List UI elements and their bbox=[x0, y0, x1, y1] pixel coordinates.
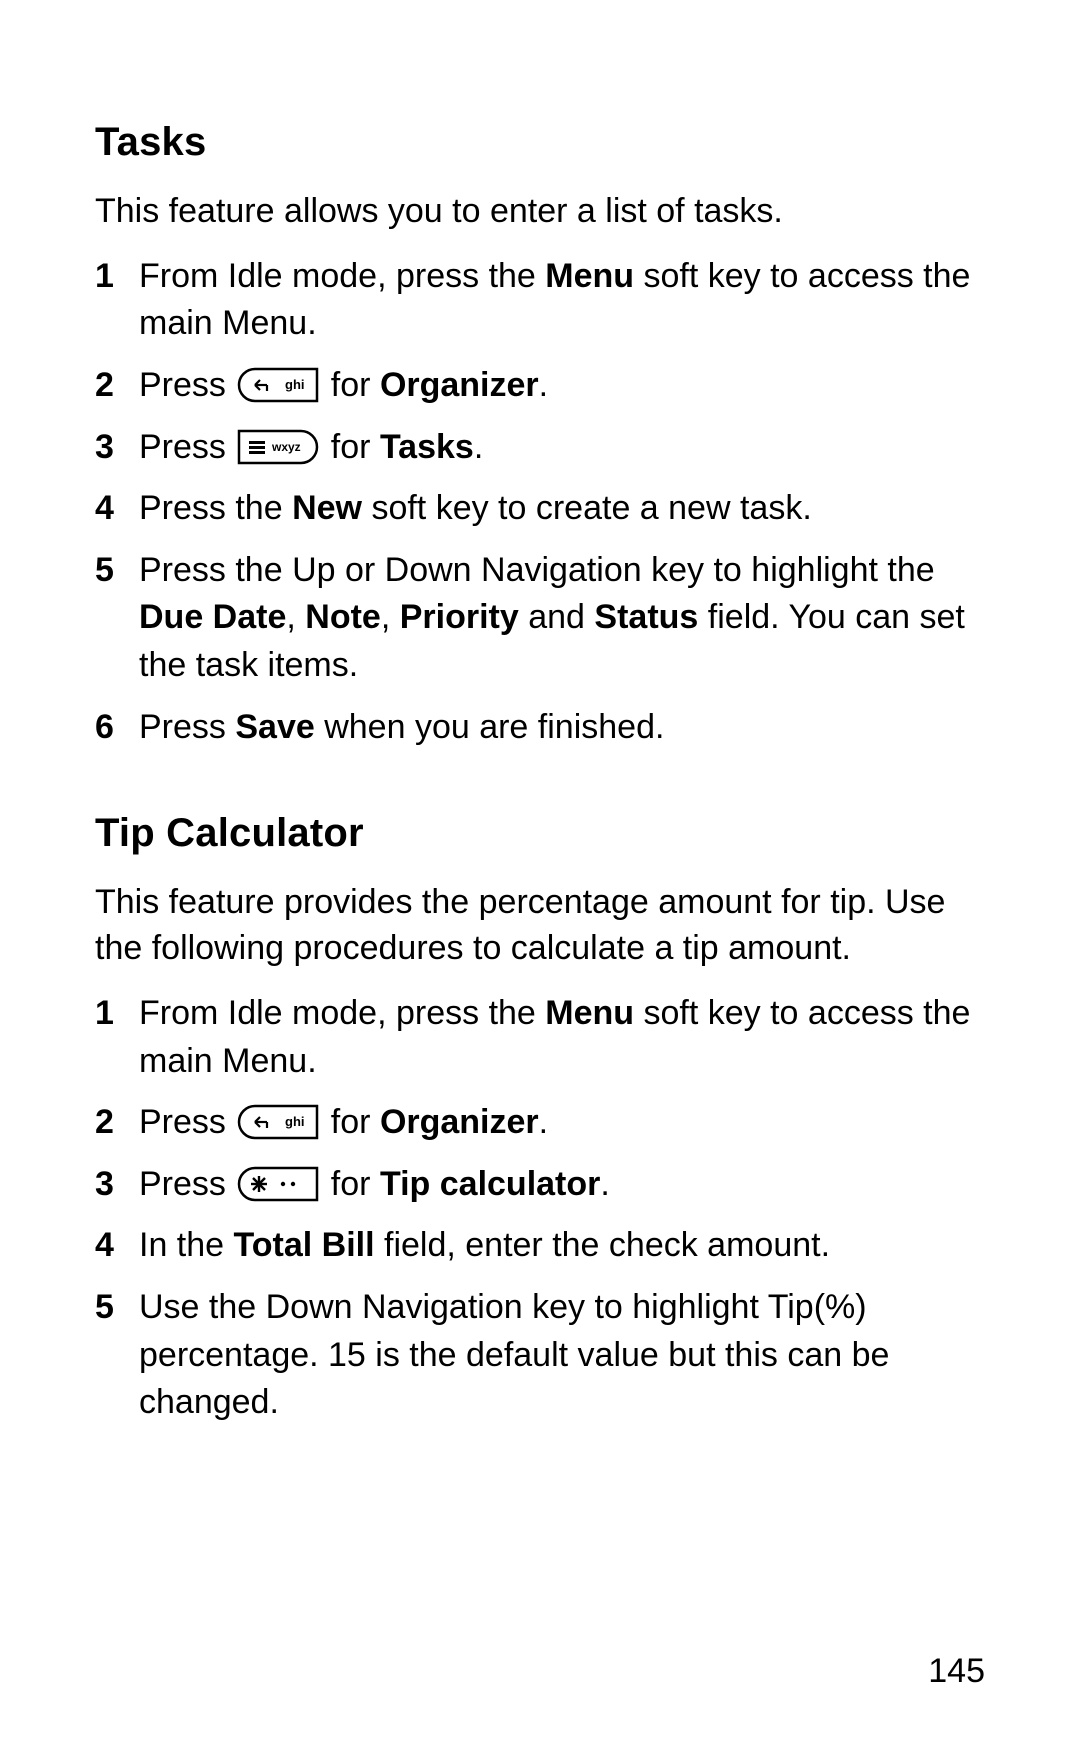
key-4ghi-icon: ghi bbox=[237, 1104, 319, 1140]
step-text: From Idle mode, press the bbox=[139, 257, 545, 295]
page-number: 145 bbox=[928, 1652, 985, 1691]
svg-text:ghi: ghi bbox=[285, 1114, 305, 1129]
step-item: In the Total Bill field, enter the check… bbox=[95, 1222, 985, 1270]
step-item: Press for Tip calculator. bbox=[95, 1161, 985, 1209]
section-heading-tasks: Tasks bbox=[95, 120, 985, 165]
tip-calculator-steps: From Idle mode, press the Menu soft key … bbox=[95, 990, 985, 1427]
step-text: for bbox=[321, 366, 380, 404]
keyword: New bbox=[292, 489, 362, 527]
step-text: Press bbox=[139, 1103, 235, 1141]
step-item: Press ghi for Organizer. bbox=[95, 362, 985, 410]
step-text: Press bbox=[139, 708, 235, 746]
manual-page: Tasks This feature allows you to enter a… bbox=[0, 0, 1080, 1761]
key-9wxyz-icon: wxyz bbox=[237, 429, 319, 465]
step-item: Press ghi for Organizer. bbox=[95, 1099, 985, 1147]
step-text: soft key to create a new task. bbox=[362, 489, 812, 527]
keyword: Total Bill bbox=[234, 1226, 375, 1264]
step-text: Press bbox=[139, 366, 235, 404]
step-text: when you are finished. bbox=[315, 708, 665, 746]
step-text: . bbox=[539, 1103, 548, 1141]
step-text: From Idle mode, press the bbox=[139, 994, 545, 1032]
step-text: Press the Up or Down Navigation key to h… bbox=[139, 551, 935, 589]
step-item: Press Save when you are finished. bbox=[95, 704, 985, 752]
keyword: Menu bbox=[545, 994, 634, 1032]
keyword: Tip calculator bbox=[380, 1165, 600, 1203]
tip-calculator-intro: This feature provides the percentage amo… bbox=[95, 880, 985, 972]
tasks-intro: This feature allows you to enter a list … bbox=[95, 189, 985, 235]
keyword: Menu bbox=[545, 257, 634, 295]
key-star-icon bbox=[237, 1166, 319, 1202]
step-text: Press bbox=[139, 1165, 235, 1203]
step-item: Press the New soft key to create a new t… bbox=[95, 485, 985, 533]
keyword: Save bbox=[235, 708, 314, 746]
svg-text:ghi: ghi bbox=[285, 377, 305, 392]
keyword: Priority bbox=[400, 598, 519, 636]
keyword: Organizer bbox=[380, 366, 539, 404]
step-item: From Idle mode, press the Menu soft key … bbox=[95, 253, 985, 348]
step-item: Press wxyz for Tasks. bbox=[95, 424, 985, 472]
step-item: Press the Up or Down Navigation key to h… bbox=[95, 547, 985, 690]
keyword: Due Date bbox=[139, 598, 286, 636]
keyword: Status bbox=[594, 598, 698, 636]
step-text: for bbox=[321, 428, 380, 466]
step-text: Press the bbox=[139, 489, 292, 527]
step-text: for bbox=[321, 1165, 380, 1203]
step-text: , bbox=[286, 598, 305, 636]
step-text: Use the Down Navigation key to highlight… bbox=[139, 1288, 889, 1421]
step-text: for bbox=[321, 1103, 380, 1141]
step-text: In the bbox=[139, 1226, 234, 1264]
step-text: . bbox=[600, 1165, 609, 1203]
step-item: Use the Down Navigation key to highlight… bbox=[95, 1284, 985, 1427]
keyword: Tasks bbox=[380, 428, 474, 466]
step-text: . bbox=[474, 428, 483, 466]
step-text: Press bbox=[139, 428, 235, 466]
tasks-steps: From Idle mode, press the Menu soft key … bbox=[95, 253, 985, 751]
svg-text:wxyz: wxyz bbox=[271, 440, 301, 454]
step-text: , bbox=[381, 598, 400, 636]
step-text: field, enter the check amount. bbox=[375, 1226, 830, 1264]
keyword: Organizer bbox=[380, 1103, 539, 1141]
key-4ghi-icon: ghi bbox=[237, 367, 319, 403]
step-text: . bbox=[539, 366, 548, 404]
step-item: From Idle mode, press the Menu soft key … bbox=[95, 990, 985, 1085]
step-text: and bbox=[519, 598, 595, 636]
section-heading-tip-calculator: Tip Calculator bbox=[95, 811, 985, 856]
keyword: Note bbox=[305, 598, 381, 636]
